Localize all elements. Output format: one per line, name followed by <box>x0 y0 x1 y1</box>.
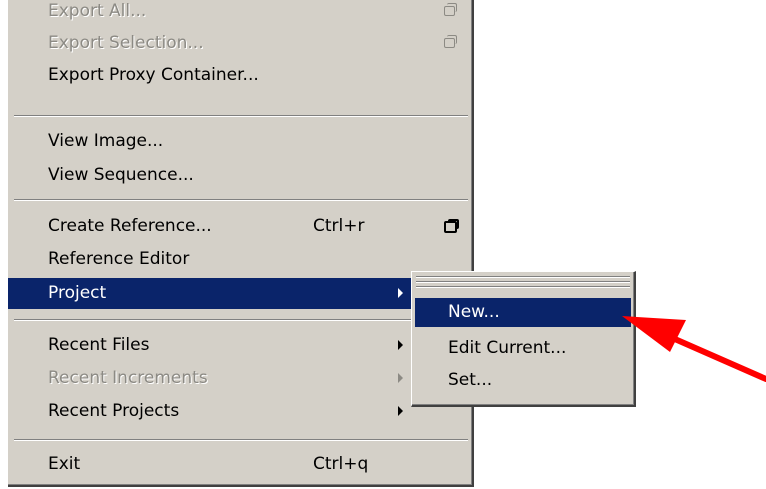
annotation-arrow-icon <box>622 316 766 382</box>
